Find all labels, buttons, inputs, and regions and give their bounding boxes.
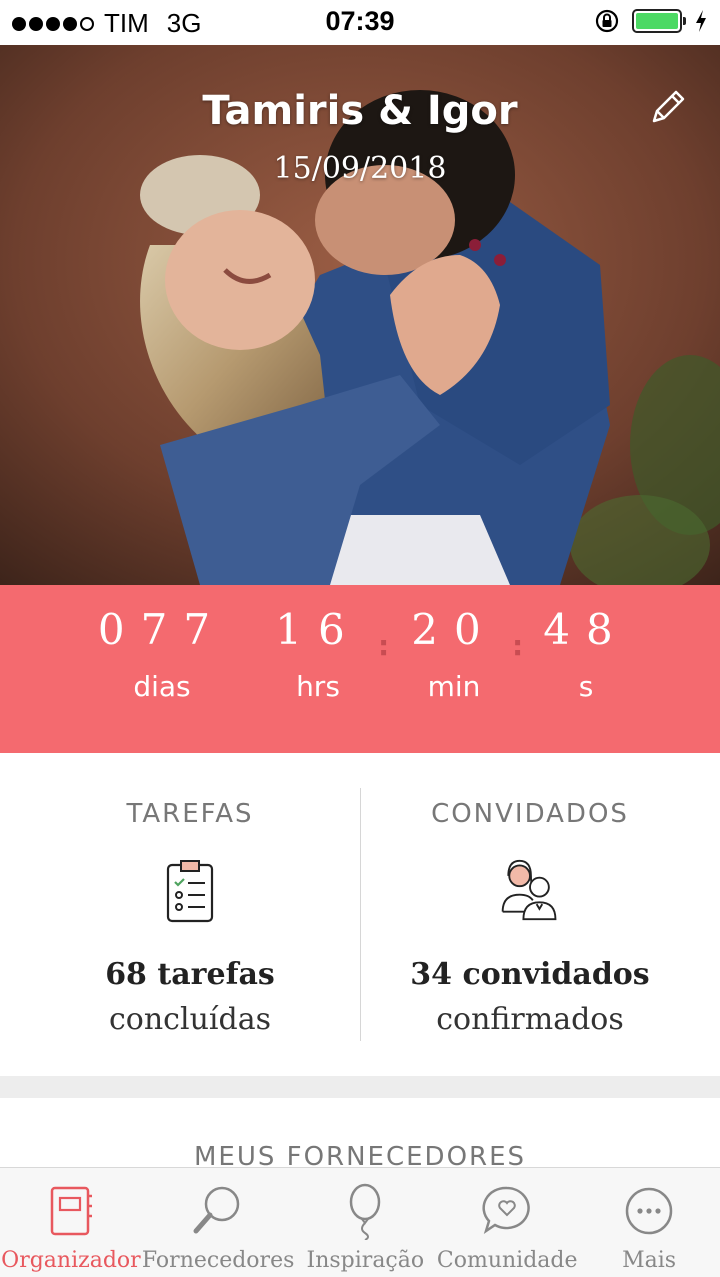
guests-title: CONVIDADOS [431, 799, 629, 829]
clipboard-checklist-icon [166, 860, 214, 923]
planner-icon [50, 1186, 92, 1236]
countdown-minutes-value: 20 [411, 605, 497, 654]
guests-status: confirmados [436, 1002, 624, 1037]
orientation-lock-icon [595, 9, 619, 33]
countdown-separator: : [512, 629, 524, 662]
tab-fornecedores[interactable]: Fornecedores [141, 1168, 295, 1277]
countdown-hours-label: hrs [296, 670, 340, 703]
tasks-card[interactable]: TAREFAS 68 tarefas concluídas [10, 753, 370, 1076]
charging-icon [696, 10, 706, 32]
countdown-seconds-value: 48 [543, 605, 629, 654]
status-bar: TIM 3G 07:39 [0, 0, 720, 45]
countdown-minutes: 20 min [408, 605, 500, 703]
countdown-seconds-label: s [578, 670, 594, 703]
tasks-title: TAREFAS [126, 799, 254, 829]
tab-fornecedores-label: Fornecedores [141, 1248, 295, 1273]
tab-comunidade-label: Comunidade [436, 1248, 578, 1273]
tasks-count: 68 tarefas [105, 957, 275, 992]
summary-stats: TAREFAS 68 tarefas concluídas CONVIDADOS… [0, 753, 720, 1076]
vendors-title: MEUS FORNECEDORES [193, 1142, 527, 1168]
countdown-days: 077 dias [92, 605, 232, 703]
tab-inspiracao[interactable]: Inspiração [294, 1168, 436, 1277]
countdown-seconds: 48 s [540, 605, 632, 703]
countdown-hours: 16 hrs [272, 605, 364, 703]
tab-mais-label: Mais [622, 1248, 677, 1273]
vendors-section: MEUS FORNECEDORES [0, 1098, 720, 1168]
tab-organizador-label: Organizador [1, 1248, 141, 1273]
couple-photo[interactable]: Tamiris & Igor 15/09/2018 [0, 45, 720, 585]
countdown-days-label: dias [133, 670, 191, 703]
guests-card[interactable]: CONVIDADOS 34 convidados confirmados [350, 753, 710, 1076]
tasks-status: concluídas [109, 1002, 271, 1037]
guests-count: 34 convidados [410, 957, 650, 992]
couple-names: Tamiris & Igor [202, 88, 518, 134]
wedding-countdown: 077 dias 16 hrs : 20 min : 48 s [0, 585, 720, 753]
guests-couple-icon [501, 859, 557, 921]
search-icon [193, 1186, 240, 1234]
tab-inspiracao-label: Inspiração [306, 1248, 425, 1273]
section-gap [0, 1076, 720, 1098]
more-icon [625, 1187, 673, 1235]
countdown-minutes-label: min [427, 670, 481, 703]
countdown-separator: : [378, 629, 390, 662]
countdown-hours-value: 16 [275, 605, 361, 654]
wedding-date: 15/09/2018 [273, 151, 447, 186]
edit-pencil-icon[interactable] [646, 85, 690, 129]
chat-heart-icon [482, 1186, 531, 1234]
tab-comunidade[interactable]: Comunidade [436, 1168, 578, 1277]
battery-icon [632, 9, 686, 33]
countdown-days-value: 077 [97, 605, 227, 654]
bottom-tab-bar: Organizador Fornecedores Inspiração Comu… [0, 1167, 720, 1277]
tab-organizador[interactable]: Organizador [0, 1168, 142, 1277]
status-right [594, 8, 708, 34]
balloon-icon [350, 1183, 381, 1240]
tab-mais[interactable]: Mais [578, 1168, 720, 1277]
